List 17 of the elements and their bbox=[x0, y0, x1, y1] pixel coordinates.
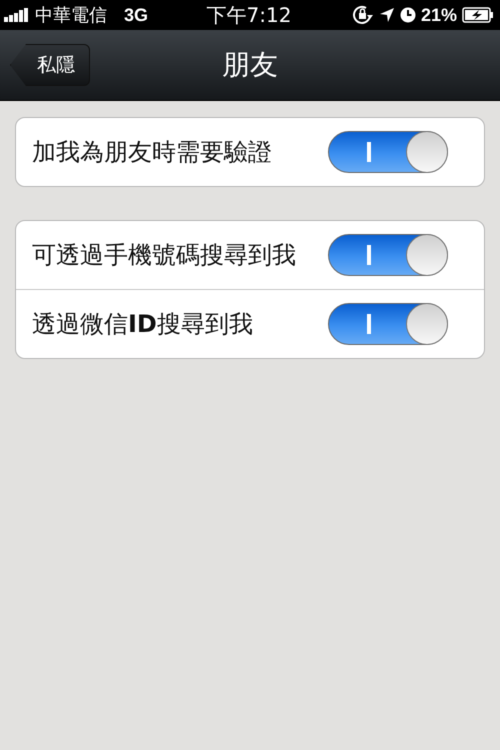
network-type: 3G bbox=[124, 4, 148, 26]
back-button[interactable]: 私隱 bbox=[10, 44, 90, 86]
carrier-name: 中華電信 bbox=[35, 4, 107, 27]
setting-label: 透過微信ID搜尋到我 bbox=[32, 309, 253, 340]
location-arrow-icon bbox=[378, 7, 395, 23]
toggle-switch[interactable] bbox=[328, 234, 448, 276]
signal-icon bbox=[4, 8, 30, 22]
toggle-switch[interactable] bbox=[328, 131, 448, 173]
rotation-lock-icon bbox=[352, 5, 374, 25]
toggle-switch[interactable] bbox=[328, 303, 448, 345]
setting-label: 可透過手機號碼搜尋到我 bbox=[32, 240, 296, 271]
battery-charging-icon bbox=[462, 7, 494, 23]
setting-label: 加我為朋友時需要驗證 bbox=[32, 137, 272, 168]
screen-title: 朋友 bbox=[222, 47, 278, 83]
clock-icon bbox=[400, 7, 416, 23]
battery-percent: 21% bbox=[420, 4, 457, 26]
clock: 下午7:12 bbox=[206, 2, 292, 28]
